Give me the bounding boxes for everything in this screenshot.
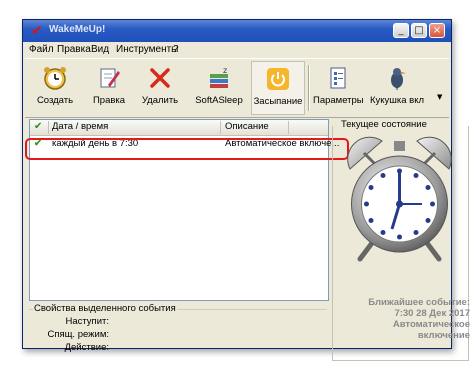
column-separator [288,121,289,134]
delete-button[interactable]: Удалить [137,61,183,115]
menu-view[interactable]: Вид [91,44,109,55]
menu-edit[interactable]: Правка [57,44,91,55]
occurs-label: Наступит: [65,316,109,327]
menu-bar: Файл Правка Вид Инструменты ? [23,43,451,58]
next-event-desc-1: Автоматическое [392,319,470,330]
power-icon [267,68,289,90]
column-separator [220,121,221,134]
softasleep-button[interactable]: z SoftASleep [191,61,247,115]
close-button[interactable]: × [429,23,445,38]
params-label: Параметры [313,95,364,106]
next-event-info: Ближайшее событие: 7:30 28 Дек 2017 Авто… [342,297,470,341]
toolbar: Создать Правка Удалить z SoftASleep Засы… [25,58,449,118]
window-title: WakeMeUp! [49,24,106,35]
check-column-icon[interactable]: ✔ [34,121,42,132]
list-header: ✔ Дата / время Описание [30,120,328,136]
title-bar[interactable]: ✔ WakeMeUp! _ □ × [23,20,451,42]
event-properties: Свойства выделенного события Наступит: С… [29,303,327,361]
red-x-icon [150,68,170,88]
dropdown-arrow-icon[interactable]: ▼ [437,93,442,101]
column-separator [48,121,49,134]
cuckoo-label: Кукушка вкл [369,95,425,106]
props-title: Свойства выделенного события [33,303,177,314]
state-panel: Текущее состояние Ближайшее событие: 7:3… [332,119,470,363]
delete-label: Удалить [141,95,179,106]
create-button[interactable]: Создать [33,61,77,115]
next-event-time: 7:30 28 Дек 2017 [394,308,470,319]
checkmark-logo-icon: ✔ [31,23,43,39]
alarm-clock-icon [44,67,66,90]
create-label: Создать [36,95,74,106]
minimize-button[interactable]: _ [393,23,409,38]
menu-help[interactable]: ? [173,44,179,55]
next-event-desc-2: включение [417,330,470,341]
alarm-clock-illustration-icon [347,136,452,262]
toolbar-separator [308,65,310,111]
softasleep-label: SoftASleep [195,95,243,106]
state-title: Текущее состояние [340,119,428,130]
red-highlight-outline [25,138,349,160]
next-event-label: Ближайшее событие: [368,297,470,308]
svg-text:z: z [223,66,227,75]
edit-button[interactable]: Правка [87,61,131,115]
app-window: ✔ WakeMeUp! _ □ × Файл Правка Вид Инстру… [22,19,470,361]
settings-document-icon [330,67,346,89]
cuckoo-button[interactable]: Кукушка вкл [367,61,427,115]
edit-label: Правка [92,95,126,106]
maximize-button[interactable]: □ [411,23,427,38]
document-pencil-icon [100,68,120,88]
sleep-label: Засыпание [253,96,303,107]
sleep-button[interactable]: Засыпание [251,61,305,115]
column-description[interactable]: Описание [225,121,269,132]
params-button[interactable]: Параметры [313,61,364,115]
menu-tools[interactable]: Инструменты [116,44,178,55]
menu-file[interactable]: Файл [29,44,54,55]
action-label: Действие: [64,342,109,353]
column-datetime[interactable]: Дата / время [52,121,108,132]
cuckoo-bird-icon [391,68,406,90]
sleep-stack-icon: z [210,66,228,88]
sleep-mode-label: Спящ. режим: [47,329,109,340]
